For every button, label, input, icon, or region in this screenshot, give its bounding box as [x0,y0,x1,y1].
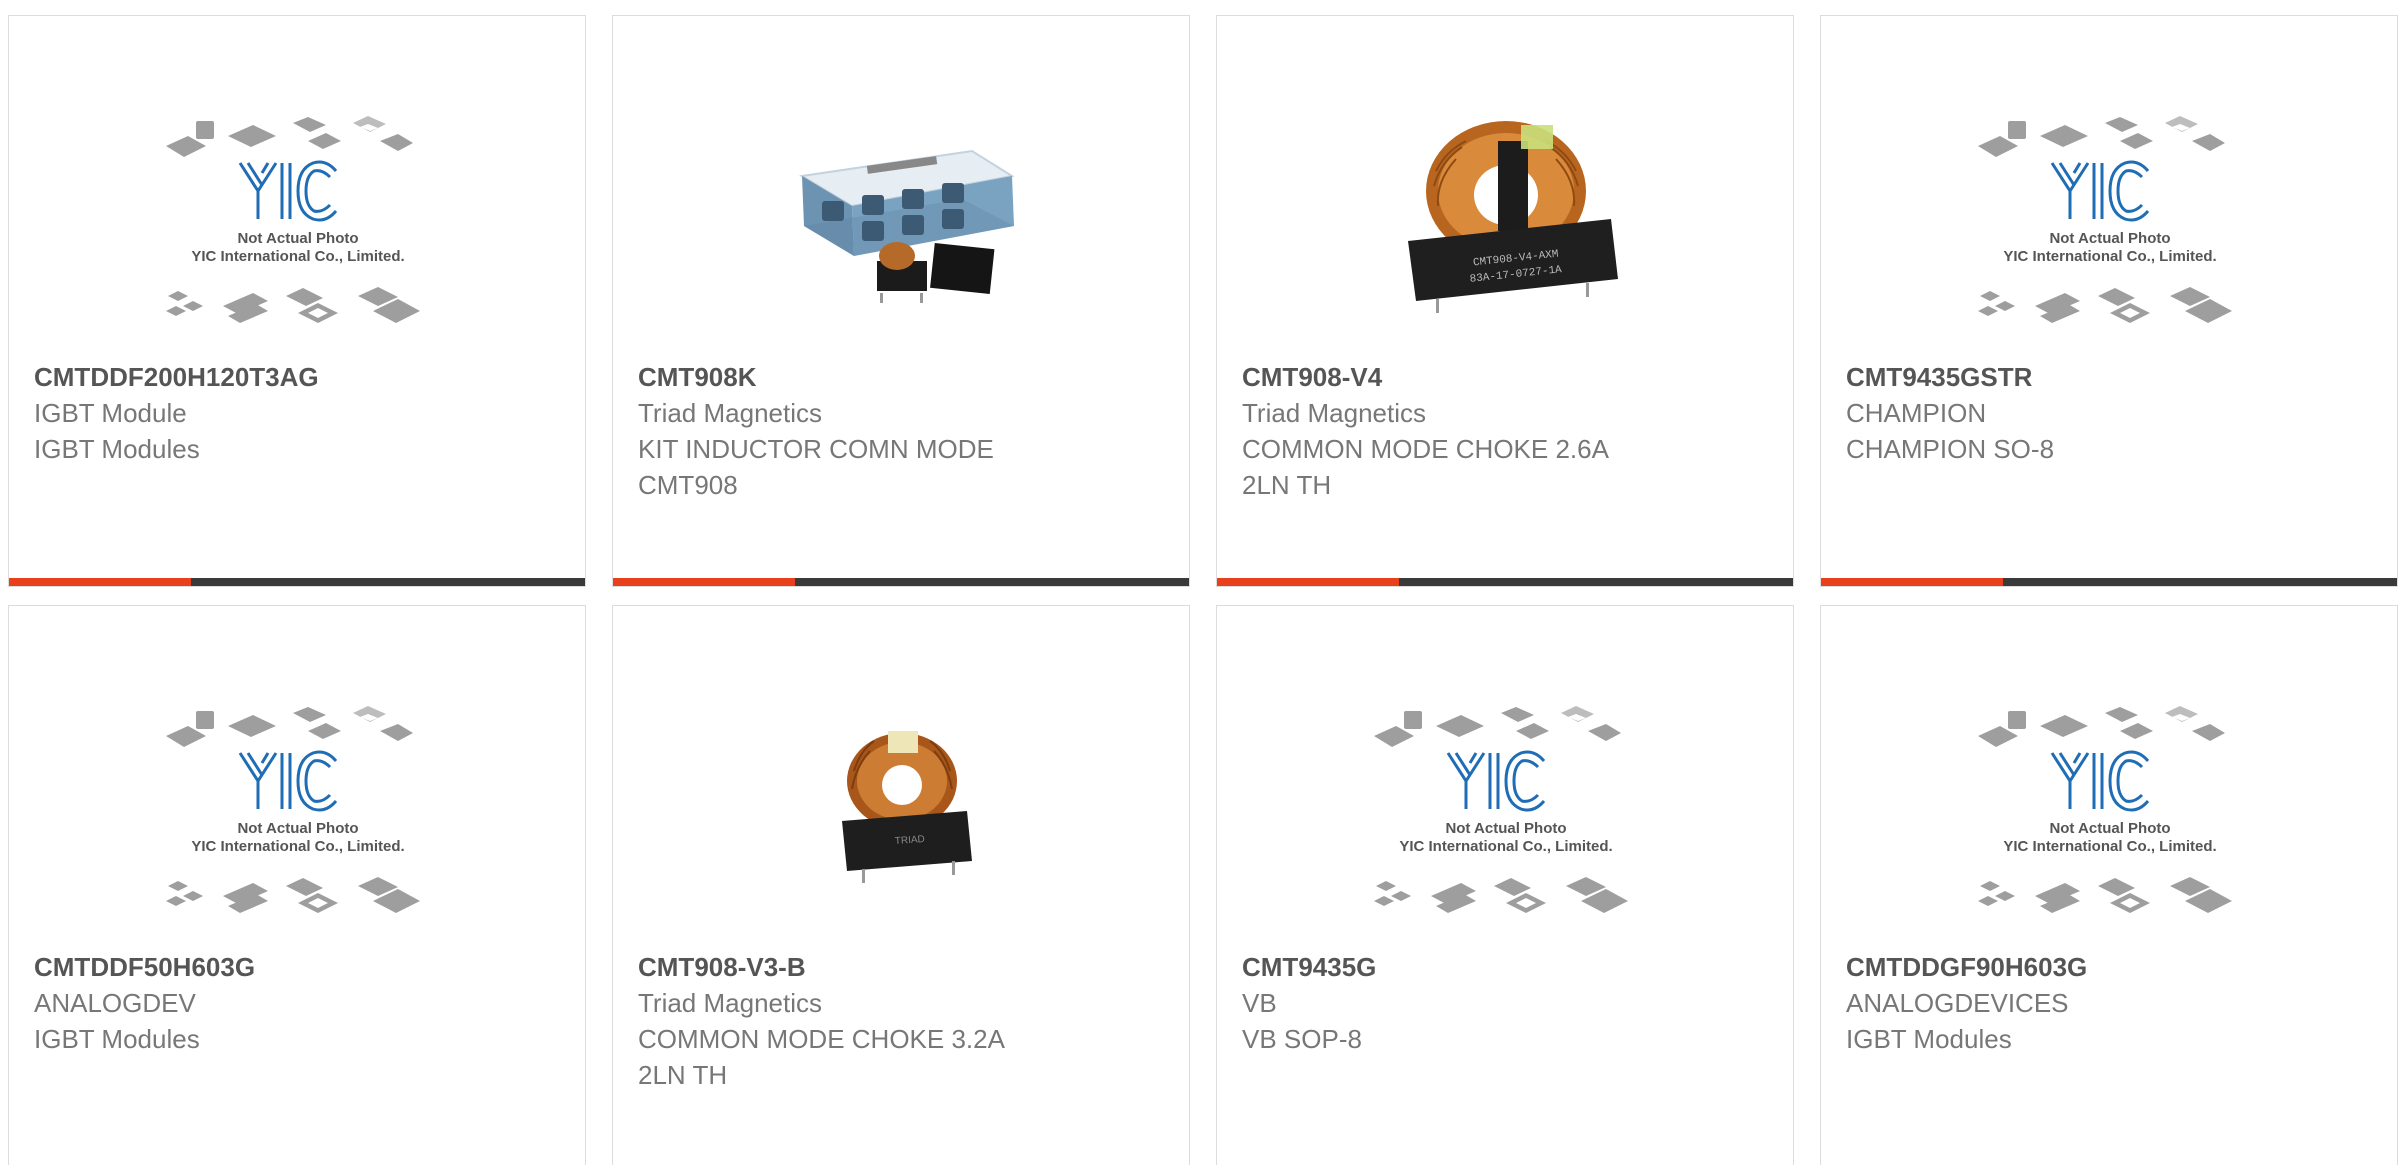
product-grid: Not Actual Photo YIC International Co., … [8,15,2400,1167]
product-card[interactable]: TRIAD CMT908-V3-B Triad Magnetics COMMON… [612,605,1190,1165]
part-number-link[interactable]: CMT908-V3-B [638,949,1164,985]
svg-text:YIC International Co., Limited: YIC International Co., Limited. [2003,838,2216,855]
placeholder-line2: YIC International Co., Limited. [191,248,404,265]
product-image[interactable]: Not Actual Photo YIC International Co., … [9,666,585,956]
product-card[interactable]: Not Actual Photo YIC International Co., … [1820,15,2398,587]
part-number-link[interactable]: CMT908-V4 [1242,359,1768,395]
inductor-kit-photo [799,149,1015,303]
product-info: CMT908K Triad Magnetics KIT INDUCTOR COM… [638,359,1164,503]
product-info: CMTDDF200H120T3AG IGBT Module IGBT Modul… [34,359,560,467]
part-number-link[interactable]: CMTDDF200H120T3AG [34,359,560,395]
manufacturer: Triad Magnetics [638,398,822,428]
svg-text:YIC International Co., Limited: YIC International Co., Limited. [1399,838,1612,855]
manufacturer: ANALOGDEV [34,988,196,1018]
svg-text:Not Actual Photo: Not Actual Photo [237,820,358,837]
not-actual-photo-placeholder: Not Actual Photo YIC International Co., … [166,116,420,323]
product-card[interactable]: Not Actual Photo YIC International Co., … [1820,605,2398,1165]
svg-text:Not Actual Photo: Not Actual Photo [2049,230,2170,247]
manufacturer: ANALOGDEVICES [1846,988,2069,1018]
description: IGBT Modules [34,1024,200,1054]
svg-text:YIC International Co., Limited: YIC International Co., Limited. [191,838,404,855]
manufacturer: Triad Magnetics [638,988,822,1018]
product-image[interactable]: Not Actual Photo YIC International Co., … [1821,76,2397,366]
product-info: CMT908-V3-B Triad Magnetics COMMON MODE … [638,949,1164,1093]
product-image[interactable]: Not Actual Photo YIC International Co., … [9,76,585,366]
part-number-link[interactable]: CMT9435GSTR [1846,359,2372,395]
not-actual-photo-placeholder: Not Actual Photo YIC International Co., … [1374,706,1628,913]
manufacturer: VB [1242,988,1277,1018]
description: KIT INDUCTOR COMN MODE CMT908 [638,434,994,500]
product-card[interactable]: CMT908-V4-AXM 83A-17-0727-1A CMT908-V4 T… [1216,15,1794,587]
description: CHAMPION SO-8 [1846,434,2055,464]
common-mode-choke-photo: CMT908-V4-AXM 83A-17-0727-1A [1408,121,1618,313]
manufacturer: Triad Magnetics [1242,398,1426,428]
product-card[interactable]: Not Actual Photo YIC International Co., … [1216,605,1794,1165]
svg-text:TRIAD: TRIAD [894,834,925,847]
product-card[interactable]: Not Actual Photo YIC International Co., … [8,605,586,1165]
part-number-link[interactable]: CMTDDF50H603G [34,949,560,985]
product-image[interactable]: Not Actual Photo YIC International Co., … [1821,666,2397,956]
manufacturer: IGBT Module [34,398,187,428]
product-card[interactable]: CMT908K Triad Magnetics KIT INDUCTOR COM… [612,15,1190,587]
product-card[interactable]: Not Actual Photo YIC International Co., … [8,15,586,587]
product-info: CMTDDGF90H603G ANALOGDEVICES IGBT Module… [1846,949,2372,1057]
not-actual-photo-placeholder: Not Actual Photo YIC International Co., … [1978,706,2232,913]
not-actual-photo-placeholder: Not Actual Photo YIC International Co., … [166,706,420,913]
placeholder-line1: Not Actual Photo [237,230,358,247]
product-info: CMT9435G VB VB SOP-8 [1242,949,1768,1057]
part-number-link[interactable]: CMT9435G [1242,949,1768,985]
svg-text:Not Actual Photo: Not Actual Photo [1445,820,1566,837]
product-info: CMTDDF50H603G ANALOGDEV IGBT Modules [34,949,560,1057]
description: COMMON MODE CHOKE 3.2A 2LN TH [638,1024,1004,1090]
product-image[interactable] [613,76,1189,366]
part-number-link[interactable]: CMTDDGF90H603G [1846,949,2372,985]
description: IGBT Modules [34,434,200,464]
card-accent-bar [1217,578,1399,586]
part-number-link[interactable]: CMT908K [638,359,1164,395]
product-info: CMT908-V4 Triad Magnetics COMMON MODE CH… [1242,359,1768,503]
description: IGBT Modules [1846,1024,2012,1054]
product-image[interactable]: Not Actual Photo YIC International Co., … [1217,666,1793,956]
card-accent-bar [1821,578,2003,586]
card-accent-bar [9,578,191,586]
manufacturer: CHAMPION [1846,398,1987,428]
svg-text:Not Actual Photo: Not Actual Photo [2049,820,2170,837]
product-image[interactable]: CMT908-V4-AXM 83A-17-0727-1A [1217,76,1793,366]
common-mode-choke-photo: TRIAD [842,731,972,883]
product-info: CMT9435GSTR CHAMPION CHAMPION SO-8 [1846,359,2372,467]
description: COMMON MODE CHOKE 2.6A 2LN TH [1242,434,1608,500]
card-accent-bar [613,578,795,586]
not-actual-photo-placeholder: Not Actual Photo YIC International Co., … [1978,116,2232,323]
product-image[interactable]: TRIAD [613,666,1189,956]
description: VB SOP-8 [1242,1024,1362,1054]
svg-text:YIC International Co., Limited: YIC International Co., Limited. [2003,248,2216,265]
